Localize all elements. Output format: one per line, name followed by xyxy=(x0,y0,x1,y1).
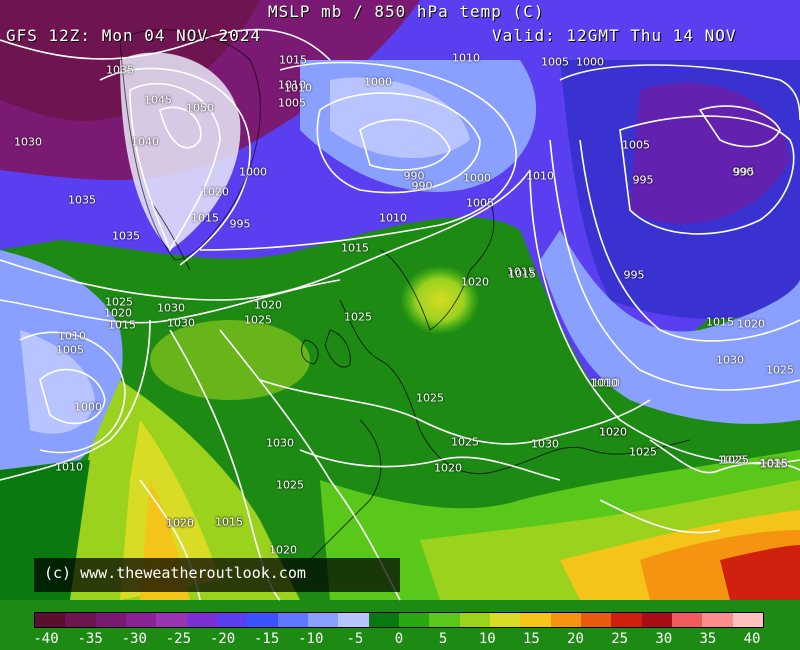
color-scale-tick-label: -5 xyxy=(346,631,364,647)
color-scale-swatch xyxy=(125,613,157,627)
color-scale-swatch xyxy=(671,613,703,627)
color-scale-swatch xyxy=(611,613,642,627)
color-scale-swatch xyxy=(186,613,217,627)
color-scale-bar xyxy=(34,612,764,628)
color-scale-swatch xyxy=(550,613,581,627)
color-scale-tick-label: -15 xyxy=(253,631,280,647)
color-scale-swatch xyxy=(368,613,399,627)
color-scale-tick-label: -35 xyxy=(77,631,103,647)
color-scale-swatch xyxy=(459,613,490,627)
color-scale-tick-label: -40 xyxy=(33,631,59,647)
color-scale-tick-label: -30 xyxy=(121,631,147,647)
copyright-notice: (c) www.theweatheroutlook.com xyxy=(34,558,400,592)
color-scale-swatch xyxy=(156,613,187,627)
color-scale-swatch xyxy=(520,613,551,627)
color-scale-tick-label: -25 xyxy=(165,631,192,647)
color-scale-swatch xyxy=(580,613,612,627)
color-scale-swatch xyxy=(216,613,248,627)
color-scale-swatch xyxy=(429,613,460,627)
color-scale-ticks: -40 -35 -30 -25 -20 -15 -10 -5 0 5 10 15 20 25 30 35 40 xyxy=(0,630,800,650)
color-scale-swatch xyxy=(65,613,96,627)
color-scale-swatch xyxy=(35,613,66,627)
color-scale-tick-label: 35 xyxy=(699,631,717,647)
color-scale-swatch xyxy=(702,613,733,627)
model-run-label: GFS 12Z: Mon 04 NOV 2024 xyxy=(6,26,262,45)
color-scale-swatch xyxy=(95,613,126,627)
color-scale-swatch xyxy=(247,613,278,627)
color-scale-tick-label: 10 xyxy=(478,631,496,647)
color-scale-swatch xyxy=(641,613,672,627)
color-scale-tick-label: -10 xyxy=(298,631,324,647)
weather-map xyxy=(0,0,800,650)
color-scale-swatch xyxy=(307,613,339,627)
color-scale-tick-label: 5 xyxy=(438,631,448,647)
color-scale-tick-label: -20 xyxy=(209,631,236,647)
color-scale-tick-label: 15 xyxy=(522,631,540,647)
color-scale-swatch xyxy=(398,613,430,627)
color-scale-tick-label: 25 xyxy=(611,631,629,647)
color-scale-swatch xyxy=(732,613,763,627)
color-scale-swatch xyxy=(489,613,521,627)
color-scale-swatch xyxy=(338,613,369,627)
chart-title: MSLP mb / 850 hPa temp (C) xyxy=(268,2,545,21)
color-scale-tick-label: 30 xyxy=(655,631,673,647)
color-scale-tick-label: 0 xyxy=(394,631,404,647)
valid-time-label: Valid: 12GMT Thu 14 NOV xyxy=(492,26,737,45)
color-scale-swatch xyxy=(277,613,308,627)
color-scale-tick-label: 20 xyxy=(567,631,584,647)
header: MSLP mb / 850 hPa temp (C) GFS 12Z: Mon … xyxy=(0,0,800,52)
color-scale-tick-label: 40 xyxy=(743,631,761,647)
